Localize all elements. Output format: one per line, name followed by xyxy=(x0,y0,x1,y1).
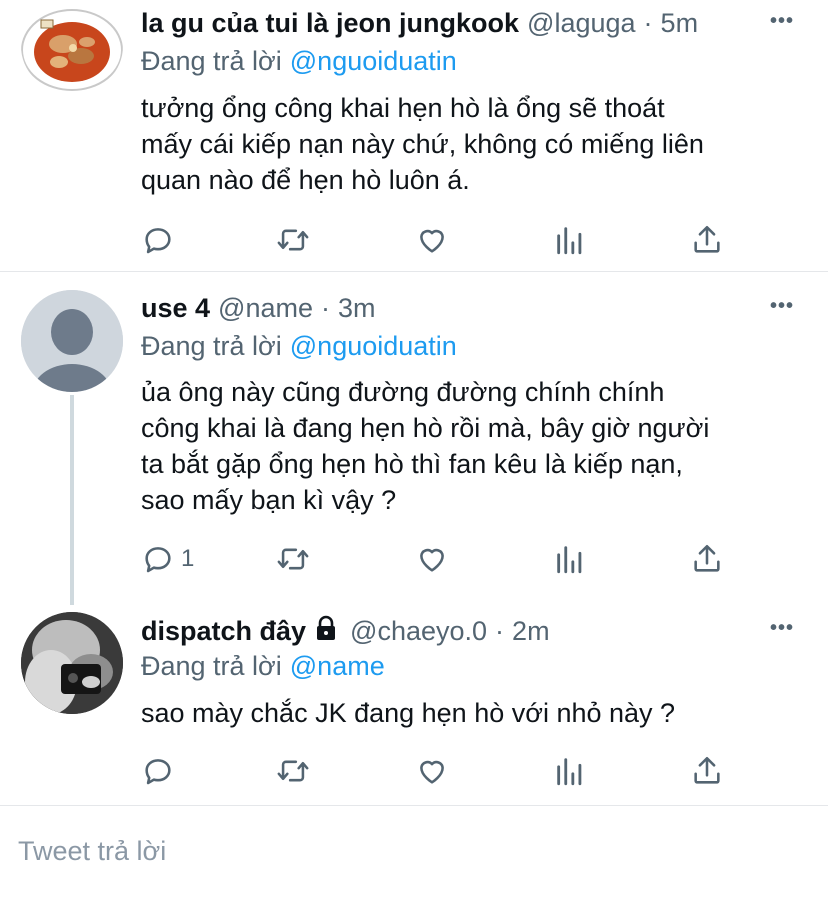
lock-icon xyxy=(314,615,338,648)
share-icon xyxy=(694,544,720,572)
default-avatar-icon xyxy=(21,290,123,392)
reply-icon xyxy=(145,228,171,254)
analytics-button[interactable] xyxy=(553,751,587,791)
share-button[interactable] xyxy=(690,220,724,260)
reply-compose-input[interactable]: Tweet trả lời xyxy=(18,836,166,867)
tweet-text-line: mấy cái kiếp nạn này chứ, không có miếng… xyxy=(141,129,704,159)
reply-icon xyxy=(145,547,171,573)
avatar[interactable] xyxy=(21,612,123,714)
tweet-header: la gu của tui là jeon jungkook @laguga ·… xyxy=(141,8,698,39)
like-icon xyxy=(420,229,444,253)
tweet-text: tưởng ổng công khai hẹn hò là ổng sẽ tho… xyxy=(141,90,801,198)
replying-to: Đang trả lời @nguoiduatin xyxy=(141,331,457,362)
tweet-1[interactable]: la gu của tui là jeon jungkook @laguga ·… xyxy=(0,0,828,270)
analytics-button[interactable] xyxy=(553,220,587,260)
replying-mention[interactable]: @name xyxy=(290,651,385,681)
replying-mention[interactable]: @nguoiduatin xyxy=(290,331,457,361)
tweet-header: use 4 @name · 3m xyxy=(141,293,376,324)
share-button[interactable] xyxy=(690,539,724,579)
tweet-text-line: sao mày chắc JK đang hẹn hò với nhỏ này … xyxy=(141,698,676,728)
handle[interactable]: @name xyxy=(218,293,313,324)
reply-button[interactable]: 1 xyxy=(141,539,194,579)
retweet-button[interactable] xyxy=(276,220,310,260)
retweet-button[interactable] xyxy=(276,751,310,791)
handle[interactable]: @chaeyo.0 xyxy=(350,616,487,647)
retweet-button[interactable] xyxy=(276,539,310,579)
retweet-icon xyxy=(277,229,309,251)
retweet-icon xyxy=(277,760,309,782)
tweet-text-line: quan nào để hẹn hò luôn á. xyxy=(141,165,470,195)
like-icon xyxy=(420,548,444,572)
like-button[interactable] xyxy=(415,751,449,791)
photo-avatar-image xyxy=(21,612,123,714)
like-button[interactable] xyxy=(415,220,449,260)
replying-label: Đang trả lời xyxy=(141,331,282,361)
more-dots-icon[interactable]: ••• xyxy=(770,295,794,318)
analytics-icon xyxy=(557,758,582,786)
analytics-icon xyxy=(557,227,582,255)
tweet-actions: 1 xyxy=(137,539,737,579)
replying-label: Đang trả lời xyxy=(141,46,282,76)
tweet-text-line: ta bắt gặp ổng hẹn hò thì fan kêu là kiế… xyxy=(141,449,683,479)
divider xyxy=(0,805,828,806)
separator: · xyxy=(321,293,330,323)
display-name[interactable]: dispatch đây xyxy=(141,616,306,647)
handle[interactable]: @laguga xyxy=(527,8,636,39)
more-dots-icon[interactable]: ••• xyxy=(770,617,794,640)
timestamp[interactable]: 2m xyxy=(512,616,550,647)
tweet-2[interactable]: use 4 @name · 3m ••• Đang trả lời @nguoid… xyxy=(0,285,828,605)
reply-button[interactable] xyxy=(141,220,175,260)
replying-to: Đang trả lời @nguoiduatin xyxy=(141,46,457,77)
tweet-text-line: ủa ông này cũng đường đường chính chính xyxy=(141,377,665,407)
analytics-icon xyxy=(557,546,582,574)
timestamp[interactable]: 3m xyxy=(338,293,376,324)
display-name[interactable]: use 4 xyxy=(141,293,210,324)
reply-count: 1 xyxy=(181,545,195,572)
tweet-3[interactable]: dispatch đây @chaeyo.0 · 2m ••• Đang trả… xyxy=(0,607,828,803)
display-name[interactable]: la gu của tui là jeon jungkook xyxy=(141,8,519,39)
tweet-text-line: công khai là đang hẹn hò rồi mà, bây giờ… xyxy=(141,413,710,443)
more-dots-icon[interactable]: ••• xyxy=(770,10,794,33)
tweet-actions xyxy=(137,751,737,791)
reply-button[interactable] xyxy=(141,751,175,791)
tweet-text-line: tưởng ổng công khai hẹn hò là ổng sẽ tho… xyxy=(141,93,665,123)
like-button[interactable] xyxy=(415,539,449,579)
share-icon xyxy=(694,225,720,253)
tweet-actions xyxy=(137,220,737,260)
avatar[interactable] xyxy=(21,0,123,92)
analytics-button[interactable] xyxy=(553,539,587,579)
timestamp[interactable]: 5m xyxy=(661,8,699,39)
like-icon xyxy=(420,760,444,784)
separator: · xyxy=(643,8,653,38)
tweet-text: ủa ông này cũng đường đường chính chính … xyxy=(141,374,801,518)
replying-mention[interactable]: @nguoiduatin xyxy=(290,46,457,76)
tweet-text: sao mày chắc JK đang hẹn hò với nhỏ này … xyxy=(141,695,801,731)
replying-label: Đang trả lời xyxy=(141,651,282,681)
share-button[interactable] xyxy=(690,751,724,791)
divider xyxy=(0,271,828,272)
replying-to: Đang trả lời @name xyxy=(141,651,385,682)
reply-icon xyxy=(145,759,171,785)
share-icon xyxy=(694,756,720,784)
retweet-icon xyxy=(277,548,309,570)
avatar[interactable] xyxy=(21,290,123,392)
separator: · xyxy=(495,616,505,646)
tweet-header: dispatch đây @chaeyo.0 · 2m xyxy=(141,615,550,648)
food-avatar-image xyxy=(21,9,123,91)
tweet-text-line: sao mấy bạn kì vậy ? xyxy=(141,485,397,515)
